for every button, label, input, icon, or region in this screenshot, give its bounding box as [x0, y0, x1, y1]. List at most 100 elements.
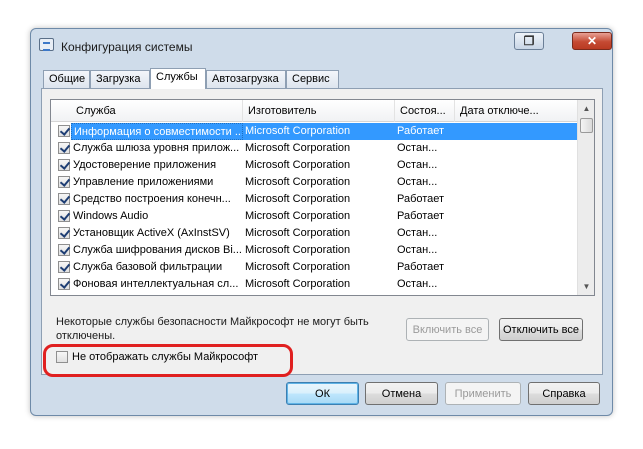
row-checkbox-cell[interactable] — [57, 157, 71, 174]
service-manufacturer: Microsoft Corporation — [245, 193, 351, 205]
service-status: Работает — [397, 193, 445, 205]
table-row[interactable]: Windows Audio Microsoft Corporation Работа… — [51, 208, 577, 225]
service-manufacturer: Microsoft Corporation — [245, 278, 351, 290]
close-icon: ✕ — [586, 34, 598, 48]
table-row[interactable]: Удостоверение приложения Microsoft Corpor… — [51, 157, 577, 174]
table-row[interactable]: Браузер компьютеровMicrosoft Corporation… — [51, 293, 577, 296]
window-title: Конфигурация системы — [61, 40, 193, 54]
service-status: Остан... — [397, 278, 438, 290]
service-checkbox[interactable] — [58, 227, 70, 239]
restore-button[interactable]: ❐ — [514, 32, 544, 50]
scroll-up-arrow-icon[interactable]: ▲ — [578, 100, 594, 117]
service-name: Windows Audio — [73, 210, 149, 222]
tab-startup[interactable]: Автозагрузка — [206, 70, 286, 88]
row-checkbox-cell[interactable] — [57, 225, 71, 242]
service-manufacturer: Microsoft Corporation — [245, 227, 351, 239]
table-row[interactable]: Установщик ActiveX (AxInstSV) Microsoft C… — [51, 225, 577, 242]
service-manufacturer: Microsoft Corporation — [243, 293, 395, 295]
service-manufacturer: Microsoft Corporation — [245, 210, 351, 222]
service-name: Служба шлюза уровня прилож... — [73, 142, 240, 154]
service-date-disabled — [455, 259, 577, 276]
service-checkbox[interactable] — [58, 278, 70, 290]
help-button[interactable]: Справка — [528, 382, 600, 405]
row-checkbox-cell[interactable] — [57, 276, 71, 293]
service-name: Служба базовой фильтрации — [73, 261, 223, 273]
service-status: Работает — [397, 261, 445, 273]
security-note: Некоторые службы безопасности Майкрософт… — [56, 316, 369, 342]
service-checkbox[interactable] — [58, 210, 70, 222]
column-status[interactable]: Состоя... — [395, 100, 455, 122]
service-date-disabled — [455, 208, 577, 225]
service-date-disabled — [455, 174, 577, 191]
service-date-disabled — [455, 191, 577, 208]
service-name: Служба шифрования дисков Bi... — [73, 244, 242, 256]
tab-boot[interactable]: Загрузка — [90, 70, 150, 88]
scroll-down-arrow-icon[interactable]: ▼ — [578, 278, 594, 295]
row-checkbox-cell[interactable] — [57, 259, 71, 276]
service-checkbox[interactable] — [58, 159, 70, 171]
service-name: Средство построения конечн... — [73, 193, 231, 205]
service-name: Браузер компьютеров — [71, 293, 243, 295]
row-checkbox-cell[interactable] — [57, 208, 71, 225]
service-name: Управление приложениями — [73, 176, 214, 188]
service-status: Работает — [395, 123, 455, 140]
column-date-disabled[interactable]: Дата отключе... — [455, 100, 577, 122]
table-row[interactable]: Служба шифрования дисков Bi... Microsoft … — [51, 242, 577, 259]
apply-button[interactable]: Применить — [445, 382, 521, 405]
service-manufacturer: Microsoft Corporation — [245, 159, 351, 171]
service-date-disabled — [455, 276, 577, 293]
ok-button[interactable]: ОК — [286, 382, 359, 405]
table-row[interactable]: Управление приложениями Microsoft Corpora… — [51, 174, 577, 191]
row-checkbox-cell[interactable] — [57, 123, 71, 140]
enable-all-button[interactable]: Включить все — [406, 318, 489, 341]
row-checkbox-cell[interactable] — [57, 140, 71, 157]
row-checkbox-cell[interactable] — [57, 242, 71, 259]
services-rows: Информация о совместимости ... Microsoft … — [51, 123, 577, 296]
service-date-disabled — [455, 225, 577, 242]
scroll-thumb[interactable] — [580, 118, 593, 133]
table-row[interactable]: Служба шлюза уровня прилож... Microsoft C… — [51, 140, 577, 157]
disable-all-button[interactable]: Отключить все — [499, 318, 583, 341]
service-date-disabled — [455, 123, 577, 140]
list-header: Служба Изготовитель Состоя... Дата отклю… — [51, 100, 577, 122]
service-checkbox[interactable] — [58, 295, 70, 296]
restore-icon: ❐ — [523, 34, 535, 48]
service-status: Остан... — [397, 159, 438, 171]
tab-general[interactable]: Общие — [43, 70, 90, 88]
msconfig-icon — [39, 38, 54, 51]
service-manufacturer: Microsoft Corporation — [243, 123, 395, 140]
row-checkbox-cell[interactable] — [57, 174, 71, 191]
column-service[interactable]: Служба — [71, 100, 243, 122]
vertical-scrollbar[interactable]: ▲ ▼ — [577, 100, 594, 295]
close-button[interactable]: ✕ — [572, 32, 612, 50]
tab-services[interactable]: Службы — [150, 68, 206, 89]
service-status: Остан... — [397, 142, 438, 154]
service-checkbox[interactable] — [58, 193, 70, 205]
table-row[interactable]: Средство построения конечн... Microsoft C… — [51, 191, 577, 208]
service-checkbox[interactable] — [58, 261, 70, 273]
service-date-disabled — [455, 293, 577, 295]
table-row[interactable]: Информация о совместимости ... Microsoft … — [51, 123, 577, 140]
table-row[interactable]: Фоновая интеллектуальная сл... Microsoft … — [51, 276, 577, 293]
services-panel: Служба Изготовитель Состоя... Дата отклю… — [41, 88, 603, 375]
service-checkbox[interactable] — [58, 244, 70, 256]
service-name: Фоновая интеллектуальная сл... — [73, 278, 239, 290]
services-list[interactable]: Служба Изготовитель Состоя... Дата отклю… — [50, 99, 595, 296]
service-checkbox[interactable] — [58, 125, 70, 137]
cancel-button[interactable]: Отмена — [365, 382, 438, 405]
service-status: Остан... — [397, 227, 438, 239]
service-checkbox[interactable] — [58, 176, 70, 188]
service-manufacturer: Microsoft Corporation — [245, 261, 351, 273]
row-checkbox-cell[interactable] — [57, 293, 71, 296]
service-manufacturer: Microsoft Corporation — [245, 244, 351, 256]
service-date-disabled — [455, 140, 577, 157]
row-checkbox-cell[interactable] — [57, 191, 71, 208]
service-status: Работает — [395, 293, 455, 295]
service-status: Остан... — [397, 244, 438, 256]
service-checkbox[interactable] — [58, 142, 70, 154]
column-manufacturer[interactable]: Изготовитель — [243, 100, 395, 122]
table-row[interactable]: Служба базовой фильтрации Microsoft Corpo… — [51, 259, 577, 276]
tab-tools[interactable]: Сервис — [286, 70, 339, 88]
service-name: Информация о совместимости ... — [71, 123, 243, 140]
service-status: Работает — [397, 210, 445, 222]
